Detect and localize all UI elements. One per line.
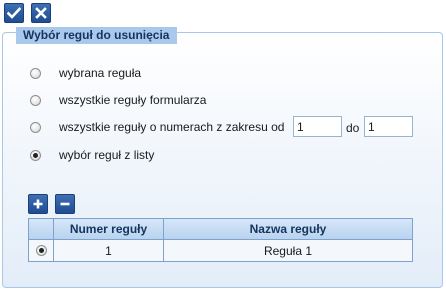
radio-all-rules[interactable] [30, 94, 41, 106]
row-number-cell: 1 [54, 240, 164, 261]
add-rule-button[interactable] [28, 194, 48, 214]
rule-delete-dialog: Wybór reguł do usunięcia wybrana reguła … [0, 0, 446, 291]
option-from-list-label: wybór reguł z listy [59, 148, 155, 162]
cancel-button[interactable] [31, 3, 51, 23]
confirm-button[interactable] [4, 3, 24, 23]
option-all-rules[interactable]: wszystkie reguły formularza [30, 92, 206, 108]
option-from-list[interactable]: wybór reguł z listy [30, 147, 154, 163]
table-row[interactable]: 1 Reguła 1 [29, 240, 412, 261]
rules-table: Numer reguły Nazwa reguły 1 Reguła 1 [28, 218, 413, 262]
option-range-rules-label: wszystkie reguły o numerach z zakresu od [59, 120, 285, 134]
row-name-cell: Reguła 1 [263, 243, 313, 258]
checkmark-icon [7, 7, 21, 19]
option-range-rules[interactable]: wszystkie reguły o numerach z zakresu od [30, 119, 284, 135]
option-selected-rule-label: wybrana reguła [59, 66, 142, 80]
plus-icon [33, 199, 43, 209]
row-select-radio[interactable] [35, 245, 47, 256]
minus-icon [60, 202, 70, 206]
column-header-name[interactable]: Nazwa reguły [164, 219, 412, 240]
option-all-rules-label: wszystkie reguły formularza [59, 93, 207, 107]
column-header-number[interactable]: Numer reguły [54, 219, 164, 240]
range-to-input[interactable] [364, 116, 413, 137]
panel-title: Wybór reguł do usunięcia [16, 27, 178, 46]
range-from-input[interactable] [293, 116, 342, 137]
radio-selected-rule[interactable] [30, 67, 41, 79]
row-select-cell[interactable] [29, 240, 54, 261]
table-header-row: Numer reguły Nazwa reguły [29, 219, 412, 240]
radio-from-list[interactable] [30, 149, 41, 161]
radio-range-rules[interactable] [30, 121, 41, 133]
range-to-label: do [346, 121, 360, 135]
remove-rule-button[interactable] [55, 194, 75, 214]
close-icon [35, 7, 47, 19]
column-header-select [29, 219, 54, 240]
option-selected-rule[interactable]: wybrana reguła [30, 65, 141, 81]
